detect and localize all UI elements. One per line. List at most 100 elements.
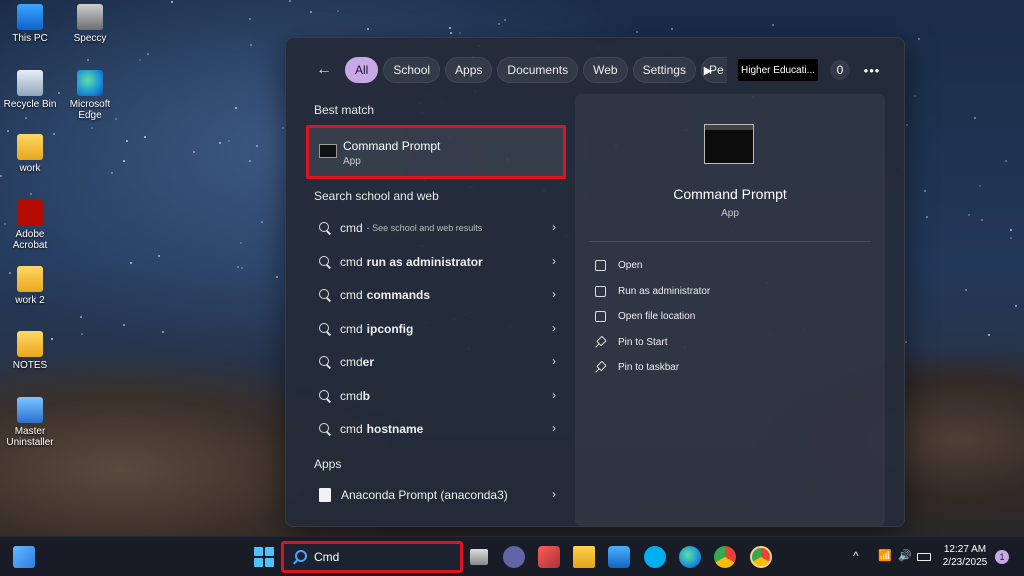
- action-pin-to-taskbar[interactable]: Pin to taskbar: [595, 356, 679, 378]
- filter-school[interactable]: School: [383, 57, 441, 83]
- desktop-icon-work[interactable]: work: [0, 134, 60, 174]
- chrome-profile-icon[interactable]: [750, 546, 772, 568]
- desktop-icon-label: This PC: [12, 33, 48, 44]
- acrobat-icon: [17, 200, 43, 226]
- suggestion-item[interactable]: cmd commands ›: [308, 281, 566, 309]
- action-open-file-location[interactable]: Open file location: [595, 305, 695, 327]
- snipping-tool-icon[interactable]: [538, 546, 560, 568]
- section-search-web: Search school and web: [314, 189, 439, 203]
- app-result-anaconda-prompt[interactable]: Anaconda Prompt (anaconda3) ›: [308, 481, 566, 509]
- search-panel: ← All School Apps Documents Web Settings…: [285, 37, 905, 527]
- best-match-subtitle: App: [343, 156, 361, 167]
- filter-web[interactable]: Web: [583, 57, 628, 83]
- filter-all[interactable]: All: [345, 57, 379, 83]
- widgets-icon[interactable]: [13, 546, 35, 568]
- desktop-icon-master-uninstaller[interactable]: Master Uninstaller: [0, 397, 60, 448]
- folder-icon: [17, 134, 43, 160]
- pin-icon: [595, 362, 606, 373]
- show-hidden-icons-chevron-icon[interactable]: ^: [853, 549, 859, 563]
- desktop-icon-work-2[interactable]: work 2: [0, 266, 60, 306]
- action-label: Open: [618, 259, 643, 271]
- rewards-points-badge[interactable]: 0: [830, 60, 850, 80]
- desktop-icon-this-pc[interactable]: This PC: [0, 4, 60, 44]
- action-open[interactable]: Open: [595, 254, 642, 276]
- chevron-right-icon: ›: [552, 254, 556, 268]
- search-icon: [318, 322, 332, 336]
- command-prompt-icon: [319, 144, 337, 158]
- desktop-icon-edge[interactable]: Microsoft Edge: [60, 70, 120, 121]
- best-match-command-prompt[interactable]: Command Prompt App: [306, 125, 566, 179]
- chrome-icon[interactable]: [714, 546, 736, 568]
- suggestion-query: cmd: [340, 422, 363, 436]
- computer-icon: [17, 4, 43, 30]
- suggestion-item[interactable]: cmd run as administrator ›: [308, 248, 566, 276]
- scroll-filters-play-icon[interactable]: ▶: [700, 62, 716, 78]
- suggestion-completion: ipconfig: [366, 322, 414, 336]
- preview-divider: [589, 241, 871, 242]
- edge-icon[interactable]: [679, 546, 701, 568]
- shield-admin-icon: [595, 285, 606, 297]
- suggestion-completion: commands: [366, 288, 431, 302]
- suggestion-item[interactable]: cmd b ›: [308, 382, 566, 410]
- suggestion-query: cmd: [340, 288, 363, 302]
- search-icon: [318, 389, 332, 403]
- taskbar-search-box[interactable]: [281, 541, 463, 573]
- action-label: Run as administrator: [618, 285, 711, 297]
- skype-icon[interactable]: [644, 546, 666, 568]
- notification-badge[interactable]: 1: [995, 550, 1009, 564]
- chevron-right-icon: ›: [552, 287, 556, 301]
- teams-chat-icon[interactable]: [503, 546, 525, 568]
- desktop-icon-label: Microsoft Edge: [69, 99, 111, 121]
- filter-apps[interactable]: Apps: [445, 57, 493, 83]
- preview-pane: Command Prompt App Open Run as administr…: [575, 94, 885, 526]
- volume-icon[interactable]: 🔊: [898, 549, 912, 562]
- desktop-icon-acrobat[interactable]: Adobe Acrobat: [0, 200, 60, 251]
- suggestion-completion: hostname: [366, 422, 424, 436]
- taskbar: ^ 📶 🔊 12:27 AM 2/23/2025 1: [0, 536, 1024, 576]
- task-view-icon[interactable]: [470, 549, 488, 565]
- preview-subtitle: App: [721, 208, 739, 219]
- filter-documents[interactable]: Documents: [497, 57, 579, 83]
- action-pin-to-start[interactable]: Pin to Start: [595, 331, 667, 353]
- desktop-icon-label: Recycle Bin: [3, 99, 57, 110]
- filter-settings[interactable]: Settings: [632, 57, 696, 83]
- suggestion-item[interactable]: cmd hostname ›: [308, 415, 566, 443]
- wifi-icon[interactable]: 📶: [878, 549, 892, 562]
- desktop-icon-recycle-bin[interactable]: Recycle Bin: [0, 70, 60, 110]
- pin-icon: [595, 337, 606, 348]
- clock[interactable]: 12:27 AM 2/23/2025: [940, 543, 990, 569]
- desktop-icon-label: Speccy: [73, 33, 107, 44]
- search-input[interactable]: [314, 550, 454, 564]
- more-options-icon[interactable]: •••: [862, 60, 882, 80]
- action-run-as-admin[interactable]: Run as administrator: [595, 280, 710, 302]
- command-prompt-large-icon: [704, 124, 754, 164]
- suggestion-completion: b: [362, 389, 371, 403]
- battery-icon[interactable]: [917, 553, 931, 561]
- clock-date: 2/23/2025: [942, 557, 988, 568]
- search-icon: [318, 288, 332, 302]
- suggestion-item[interactable]: cmd er ›: [308, 348, 566, 376]
- desktop-icon-speccy[interactable]: Speccy: [60, 4, 120, 44]
- file-explorer-icon[interactable]: [573, 546, 595, 568]
- open-external-icon: [595, 259, 606, 271]
- filter-bar: ← All School Apps Documents Web Settings…: [314, 57, 727, 83]
- suggestion-item[interactable]: cmd ipconfig ›: [308, 315, 566, 343]
- desktop-icon-label: work: [19, 163, 41, 174]
- action-label: Pin to Start: [618, 336, 668, 348]
- back-arrow-icon[interactable]: ←: [314, 57, 334, 83]
- clock-time: 12:27 AM: [943, 544, 987, 555]
- suggestion-query: cmd: [340, 221, 363, 235]
- organization-badge[interactable]: Higher Educati...: [738, 59, 818, 81]
- mail-icon[interactable]: [608, 546, 630, 568]
- chevron-right-icon: ›: [552, 220, 556, 234]
- desktop-icon-notes[interactable]: NOTES: [0, 331, 60, 371]
- chevron-right-icon: ›: [552, 388, 556, 402]
- suggestion-query: cmd: [340, 389, 363, 403]
- suggestion-query: cmd: [340, 355, 363, 369]
- suggestion-query: cmd: [340, 322, 363, 336]
- desktop-icon-label: work 2: [15, 295, 45, 306]
- chevron-right-icon: ›: [552, 487, 556, 501]
- windows-start-icon[interactable]: [253, 546, 275, 568]
- uninstaller-icon: [17, 397, 43, 423]
- suggestion-item[interactable]: cmd - See school and web results ›: [308, 214, 566, 242]
